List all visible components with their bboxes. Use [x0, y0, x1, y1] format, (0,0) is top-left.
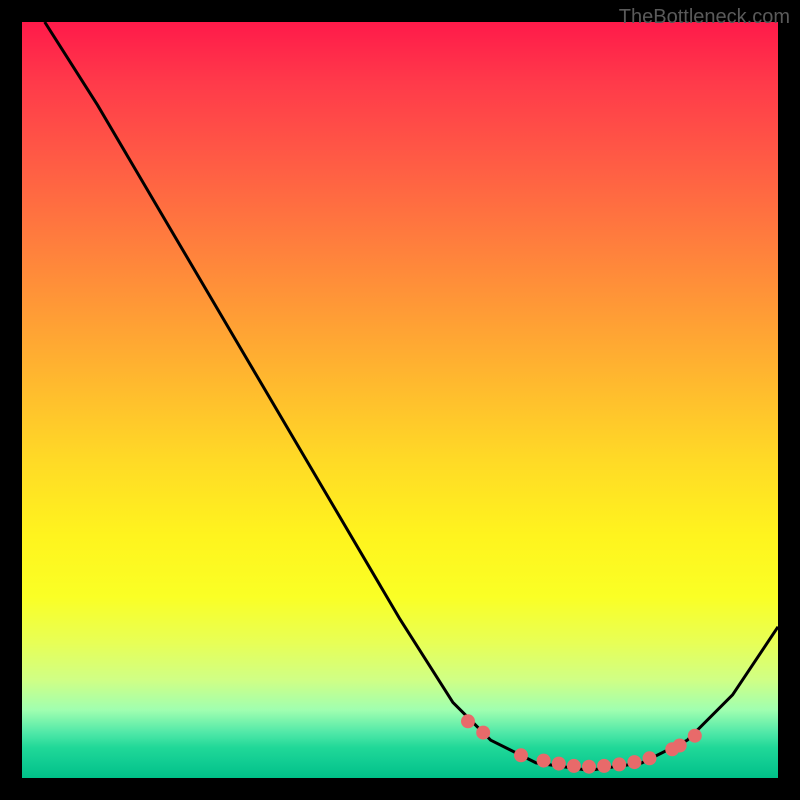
- chart-background: [22, 22, 778, 778]
- attribution-text: TheBottleneck.com: [619, 6, 790, 29]
